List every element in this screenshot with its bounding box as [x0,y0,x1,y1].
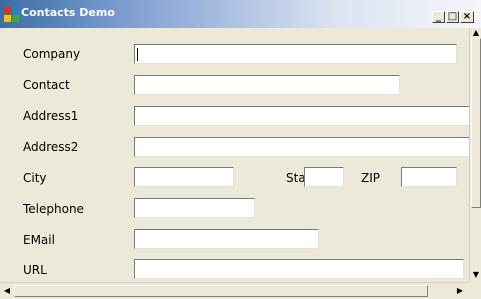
zip-label: ZIP [361,171,380,185]
contact-label: Contact [23,78,70,92]
title-bar[interactable]: Contacts Demo _ □ × [0,0,481,28]
address2-label: Address2 [23,140,79,154]
telephone-field[interactable] [134,198,255,218]
address2-field[interactable] [134,137,469,157]
minimize-button[interactable]: _ [432,11,445,23]
city-field[interactable] [134,167,234,187]
window-title: Contacts Demo [21,6,115,19]
horizontal-scroll-thumb[interactable] [14,285,428,297]
text-caret [137,48,138,61]
company-field[interactable] [134,44,457,64]
vertical-scroll-thumb[interactable] [471,38,481,208]
size-grip[interactable] [469,282,481,299]
address1-label: Address1 [23,109,79,123]
maximize-icon: □ [447,11,458,22]
close-button[interactable]: × [460,11,474,23]
scroll-right-icon[interactable]: ▶ [456,286,464,296]
city-label: City [23,171,47,185]
url-field[interactable] [134,259,464,279]
state-field[interactable] [304,167,344,187]
email-label: EMail [23,233,55,247]
telephone-label: Telephone [23,202,84,216]
address1-field[interactable] [134,106,469,126]
close-icon: × [462,11,472,22]
app-window: Contacts Demo _ □ × Company Contact Addr… [0,0,481,299]
horizontal-scrollbar[interactable]: ◀ ▶ [0,282,469,299]
contact-field[interactable] [134,75,400,95]
url-label: URL [23,263,47,277]
app-icon [4,7,19,22]
minimize-icon: _ [436,11,441,22]
vertical-scrollbar[interactable]: ▲ ▼ [469,28,481,282]
scroll-up-icon[interactable]: ▲ [472,28,480,38]
zip-field[interactable] [401,167,457,187]
scroll-left-icon[interactable]: ◀ [3,286,11,296]
scroll-down-icon[interactable]: ▼ [472,270,480,280]
email-field[interactable] [134,229,319,249]
maximize-button[interactable]: □ [446,11,459,23]
company-label: Company [23,47,81,61]
